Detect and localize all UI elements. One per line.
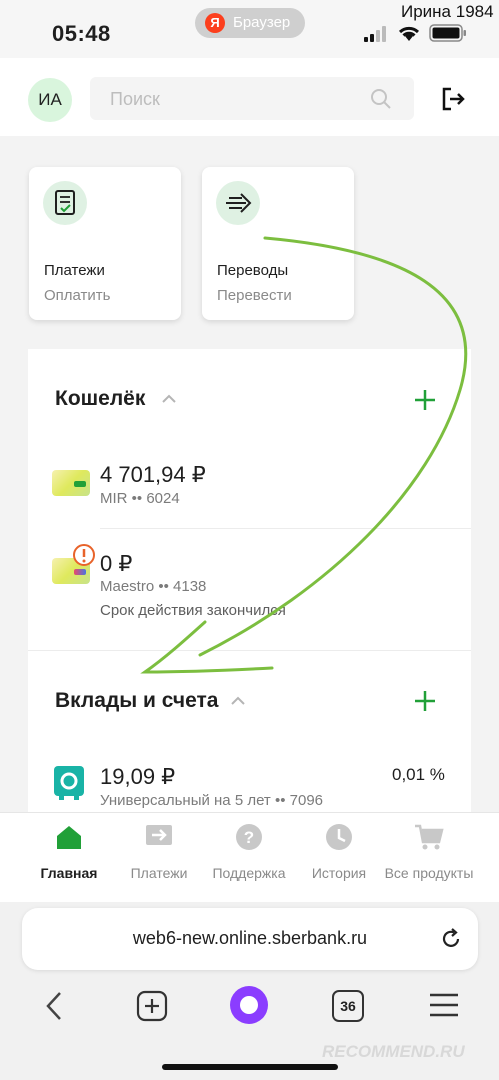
card-row-mir[interactable] [28, 448, 471, 528]
logout-icon[interactable] [440, 86, 466, 112]
warning-icon [73, 544, 95, 566]
deposit-rate: 0,01 % [392, 765, 445, 784]
avatar[interactable]: ИА [28, 78, 72, 122]
tile-payments-title: Платежи [44, 262, 105, 279]
maestro-card-number: Maestro •• 4138 [100, 578, 207, 595]
tile-transfers-title: Переводы [217, 262, 289, 279]
username-watermark: Ирина 1984 [401, 2, 494, 21]
expired-notice: Срок действия закончился [100, 602, 286, 619]
wifi-icon [398, 26, 420, 41]
search-icon [371, 89, 391, 109]
nav-support-label: Поддержка [212, 865, 286, 881]
mir-card-number: MIR •• 6024 [100, 490, 180, 507]
add-deposit-button[interactable] [414, 690, 436, 712]
invoice-icon [43, 181, 87, 225]
clock-icon [326, 824, 352, 850]
signal-icon [364, 26, 386, 42]
menu-icon[interactable] [428, 992, 460, 1018]
chevron-up-icon[interactable] [230, 695, 246, 707]
nav-home-label: Главная [40, 865, 98, 881]
tile-transfers-subtitle: Перевести [217, 287, 292, 304]
address-bar[interactable]: web6-new.online.sberbank.ru [22, 908, 478, 970]
tabs-count-button[interactable]: 36 [332, 990, 364, 1022]
mir-card-icon [52, 470, 90, 496]
browser-pill-label: Браузер [233, 14, 291, 31]
reload-icon[interactable] [440, 928, 462, 950]
yandex-logo-icon: Я [205, 13, 225, 33]
divider [100, 528, 471, 529]
url-text: web6-new.online.sberbank.ru [132, 928, 368, 948]
back-icon[interactable] [42, 990, 66, 1022]
chevron-up-icon[interactable] [161, 393, 177, 405]
nav-payments-label: Платежи [130, 865, 188, 881]
nav-all-products-label: Все продукты [384, 865, 474, 881]
payments-icon [146, 825, 172, 845]
tile-payments[interactable]: Платежи Оплатить [29, 167, 181, 320]
cart-icon [415, 824, 444, 850]
browser-pill[interactable]: Я Браузер [195, 8, 305, 38]
battery-icon [429, 24, 466, 42]
alice-assistant-icon[interactable] [229, 985, 269, 1025]
svg-text:?: ? [244, 828, 254, 847]
maestro-balance: 0 ₽ [100, 551, 133, 576]
bottom-nav: Главная Платежи ? Поддержка История Все … [0, 812, 499, 903]
home-icon [57, 826, 81, 849]
deposit-name: Универсальный на 5 лет •• 7096 [100, 792, 324, 809]
transfer-arrow-icon [216, 181, 260, 225]
watermark: RECOMMEND.RU [322, 1042, 465, 1061]
new-tab-icon[interactable] [136, 990, 168, 1022]
wallet-title[interactable]: Кошелёк [55, 387, 145, 411]
search-input[interactable]: Поиск [90, 77, 414, 120]
section-divider [28, 650, 471, 651]
tile-transfers[interactable]: Переводы Перевести [202, 167, 354, 320]
mir-balance: 4 701,94 ₽ [100, 462, 206, 487]
tile-payments-subtitle: Оплатить [44, 287, 111, 304]
search-placeholder: Поиск [110, 89, 160, 109]
question-icon: ? [236, 824, 262, 850]
add-wallet-button[interactable] [414, 389, 436, 411]
safe-icon [54, 766, 84, 800]
status-time: 05:48 [52, 21, 111, 46]
deposit-balance: 19,09 ₽ [100, 764, 176, 789]
home-indicator [162, 1064, 338, 1070]
nav-history-label: История [311, 865, 367, 881]
deposits-title[interactable]: Вклады и счета [55, 689, 219, 713]
